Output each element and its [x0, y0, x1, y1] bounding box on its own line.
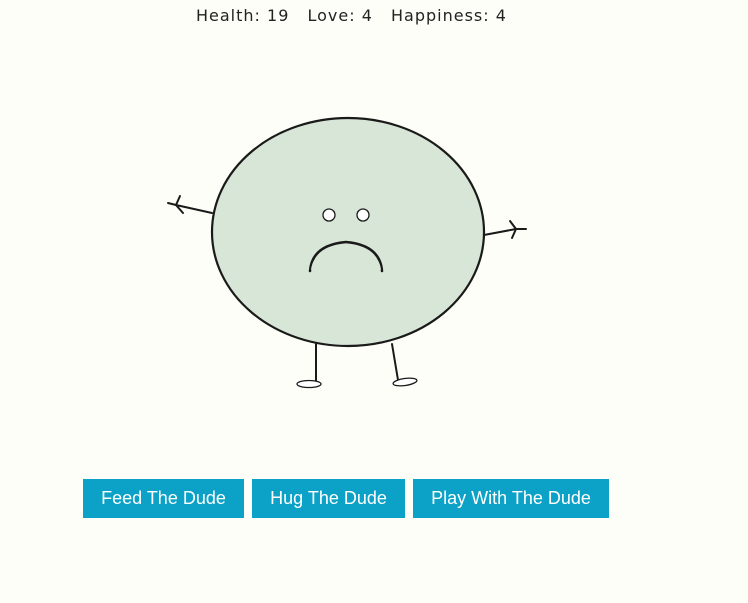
play-button[interactable]: Play With The Dude: [413, 479, 609, 518]
left-foot: [296, 379, 322, 389]
feed-button[interactable]: Feed The Dude: [83, 479, 244, 518]
left-arm: [167, 195, 213, 214]
right-eye: [356, 208, 370, 222]
hug-button[interactable]: Hug The Dude: [252, 479, 405, 518]
right-leg: [391, 343, 399, 381]
left-eye: [322, 208, 336, 222]
right-arm: [483, 220, 527, 239]
dude-body: [210, 116, 486, 348]
legs: [315, 342, 399, 382]
dude-character[interactable]: [0, 0, 748, 450]
right-foot: [392, 377, 418, 387]
